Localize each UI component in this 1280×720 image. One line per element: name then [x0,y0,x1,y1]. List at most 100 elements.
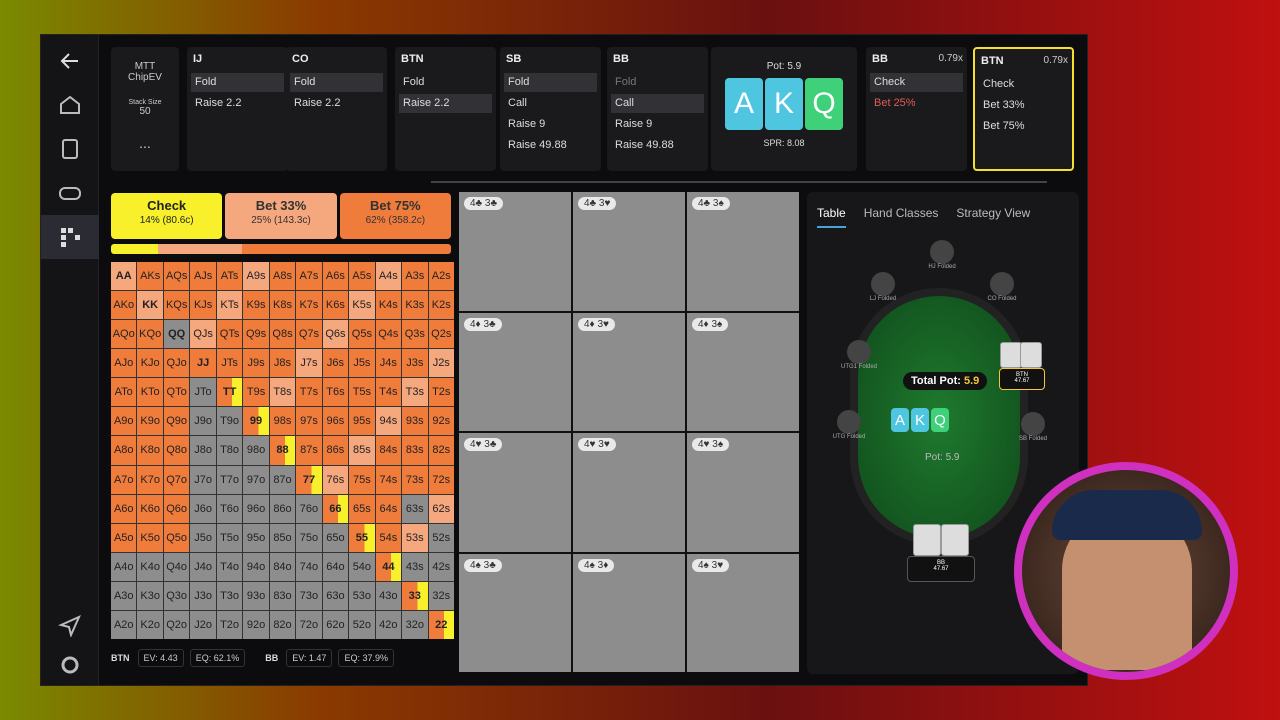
range-cell[interactable]: 64o [322,552,349,581]
range-cell[interactable]: T7s [296,378,322,407]
range-cell[interactable]: AKs [137,262,163,291]
action-option[interactable]: Check [979,75,1068,94]
range-cell[interactable]: K9s [243,291,269,320]
range-cell[interactable]: K6s [322,291,349,320]
range-cell[interactable]: KJo [137,349,163,378]
range-cell[interactable]: J7s [296,349,322,378]
range-cell[interactable]: 32s [428,581,454,610]
range-cell[interactable]: A8s [269,262,296,291]
range-cell[interactable]: A5s [349,262,375,291]
range-cell[interactable]: Q9s [243,320,269,349]
range-cell[interactable]: 96s [322,407,349,436]
range-cell[interactable]: J8o [190,436,216,465]
combo-cell[interactable]: 4♠ 3♣ [459,553,571,672]
range-cell[interactable]: J2s [428,349,454,378]
range-cell[interactable]: KTs [216,291,243,320]
range-cell[interactable]: T9s [243,378,269,407]
combo-cell[interactable]: 4♦ 3♣ [459,312,571,431]
range-cell[interactable]: T3s [402,378,428,407]
range-cell[interactable]: K3s [402,291,428,320]
range-cell[interactable]: 43s [402,552,428,581]
range-cell[interactable]: A2s [428,262,454,291]
more-icon[interactable]: ... [111,135,179,151]
range-cell[interactable]: 65s [349,494,375,523]
range-cell[interactable]: T2o [216,610,243,639]
range-cell[interactable]: Q5s [349,320,375,349]
range-cell[interactable]: K6o [137,494,163,523]
range-cell[interactable]: Q2o [163,610,190,639]
range-cell[interactable]: 53s [402,523,428,552]
range-cell[interactable]: 87o [269,465,296,494]
range-cell[interactable]: A7s [296,262,322,291]
range-cell[interactable]: 54s [375,523,402,552]
range-cell[interactable]: Q7o [163,465,190,494]
combo-cell[interactable]: 4♣ 3♥ [573,192,685,311]
range-cell[interactable]: J3o [190,581,216,610]
range-cell[interactable]: 74o [296,552,322,581]
range-cell[interactable]: 44 [375,552,402,581]
range-cell[interactable]: AQo [111,320,137,349]
range-cell[interactable]: T3o [216,581,243,610]
range-cell[interactable]: T6s [322,378,349,407]
range-cell[interactable]: J3s [402,349,428,378]
range-cell[interactable]: TT [216,378,243,407]
action-option[interactable]: Raise 2.2 [290,94,383,113]
send-icon[interactable] [41,603,99,647]
range-cell[interactable]: Q8o [163,436,190,465]
range-cell[interactable]: 97o [243,465,269,494]
range-cell[interactable]: 76s [322,465,349,494]
range-cell[interactable]: Q3o [163,581,190,610]
range-cell[interactable]: A8o [111,436,137,465]
settings-icon[interactable] [41,643,99,687]
range-cell[interactable]: 66 [322,494,349,523]
range-cell[interactable]: J6o [190,494,216,523]
action-option[interactable]: Bet 75% [979,117,1068,136]
range-cell[interactable]: 88 [269,436,296,465]
range-cell[interactable]: 54o [349,552,375,581]
range-cell[interactable]: QTs [216,320,243,349]
range-cell[interactable]: KTo [137,378,163,407]
range-cell[interactable]: K7o [137,465,163,494]
range-cell[interactable]: A4o [111,552,137,581]
range-cell[interactable]: 86o [269,494,296,523]
range-cell[interactable]: QJs [190,320,216,349]
tab-hand-classes[interactable]: Hand Classes [864,206,939,228]
range-cell[interactable]: K5s [349,291,375,320]
range-cell[interactable]: K2o [137,610,163,639]
range-cell[interactable]: 63o [322,581,349,610]
cards-icon[interactable] [41,127,99,171]
range-cell[interactable]: 65o [322,523,349,552]
range-cell[interactable]: J4s [375,349,402,378]
range-cell[interactable]: QTo [163,378,190,407]
action-option[interactable]: Raise 49.88 [611,136,704,155]
action-option[interactable]: Raise 9 [611,115,704,134]
gamepad-icon[interactable] [41,171,99,215]
range-cell[interactable]: J9o [190,407,216,436]
range-cell[interactable]: 22 [428,610,454,639]
range-cell[interactable]: Q6s [322,320,349,349]
range-cell[interactable]: K7s [296,291,322,320]
range-cell[interactable]: 62s [428,494,454,523]
range-cell[interactable]: A9o [111,407,137,436]
range-cell[interactable]: ATs [216,262,243,291]
range-cell[interactable]: T5o [216,523,243,552]
action-option[interactable]: Fold [191,73,284,92]
range-cell[interactable]: A6s [322,262,349,291]
range-cell[interactable]: KQo [137,320,163,349]
range-cell[interactable]: 85s [349,436,375,465]
action-option[interactable]: Raise 2.2 [191,94,284,113]
range-cell[interactable]: JTo [190,378,216,407]
range-cell[interactable]: T8o [216,436,243,465]
range-cell[interactable]: 96o [243,494,269,523]
range-cell[interactable]: 94s [375,407,402,436]
range-cell[interactable]: 32o [402,610,428,639]
range-cell[interactable]: 82s [428,436,454,465]
action-option[interactable]: Call [504,94,597,113]
game-type-panel[interactable]: MTT ChipEV Stack Size 50 ... [111,47,179,171]
range-cell[interactable]: K2s [428,291,454,320]
range-cell[interactable]: K3o [137,581,163,610]
range-cell[interactable]: J5o [190,523,216,552]
range-cell[interactable]: 63s [402,494,428,523]
range-cell[interactable]: 86s [322,436,349,465]
range-cell[interactable]: 33 [402,581,428,610]
